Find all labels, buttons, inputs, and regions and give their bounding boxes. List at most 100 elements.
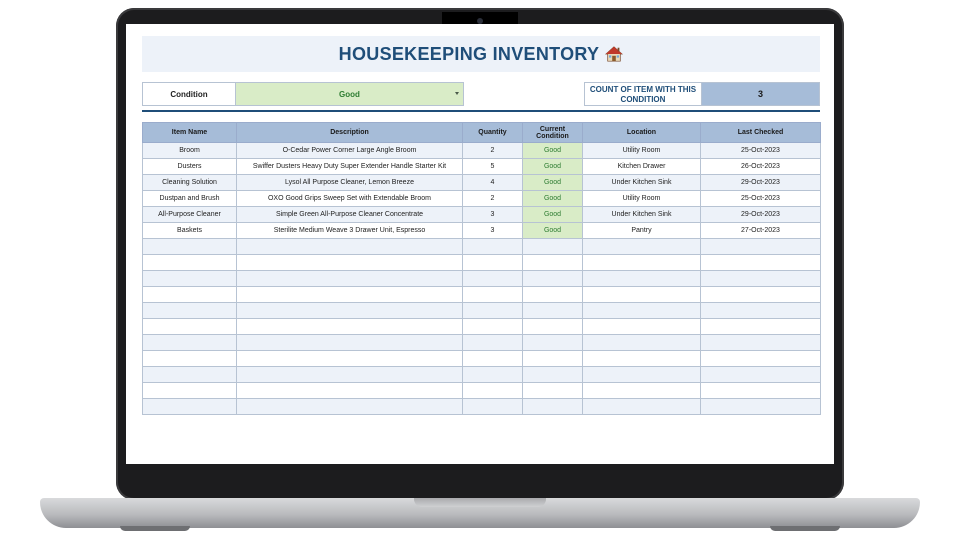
cell-condition[interactable]: Good bbox=[522, 206, 583, 223]
cell-location[interactable] bbox=[582, 270, 701, 287]
cell-description[interactable]: Swiffer Dusters Heavy Duty Super Extende… bbox=[236, 158, 463, 175]
cell-last-checked[interactable]: 29-Oct-2023 bbox=[700, 174, 821, 191]
cell-condition[interactable] bbox=[522, 318, 583, 335]
cell-item-name[interactable] bbox=[142, 302, 237, 319]
cell-location[interactable] bbox=[582, 302, 701, 319]
cell-item-name[interactable] bbox=[142, 270, 237, 287]
cell-description[interactable] bbox=[236, 318, 463, 335]
cell-item-name[interactable] bbox=[142, 286, 237, 303]
cell-location[interactable]: Under Kitchen Sink bbox=[582, 174, 701, 191]
cell-condition[interactable] bbox=[522, 382, 583, 399]
cell-location[interactable]: Pantry bbox=[582, 222, 701, 239]
header-last-checked[interactable]: Last Checked bbox=[700, 122, 821, 143]
cell-item-name[interactable]: Broom bbox=[142, 142, 237, 159]
header-item-name[interactable]: Item Name bbox=[142, 122, 237, 143]
cell-last-checked[interactable]: 27-Oct-2023 bbox=[700, 222, 821, 239]
cell-location[interactable] bbox=[582, 318, 701, 335]
cell-description[interactable]: O-Cedar Power Corner Large Angle Broom bbox=[236, 142, 463, 159]
cell-condition[interactable] bbox=[522, 238, 583, 255]
cell-last-checked[interactable] bbox=[700, 366, 821, 383]
cell-description[interactable] bbox=[236, 334, 463, 351]
cell-condition[interactable] bbox=[522, 286, 583, 303]
cell-item-name[interactable] bbox=[142, 334, 237, 351]
cell-last-checked[interactable] bbox=[700, 286, 821, 303]
cell-last-checked[interactable]: 25-Oct-2023 bbox=[700, 142, 821, 159]
cell-condition[interactable] bbox=[522, 350, 583, 367]
cell-location[interactable] bbox=[582, 286, 701, 303]
cell-location[interactable] bbox=[582, 366, 701, 383]
cell-item-name[interactable] bbox=[142, 254, 237, 271]
cell-location[interactable] bbox=[582, 254, 701, 271]
cell-location[interactable] bbox=[582, 382, 701, 399]
cell-last-checked[interactable] bbox=[700, 238, 821, 255]
cell-last-checked[interactable] bbox=[700, 302, 821, 319]
cell-quantity[interactable]: 4 bbox=[462, 174, 523, 191]
cell-condition[interactable]: Good bbox=[522, 142, 583, 159]
cell-quantity[interactable] bbox=[462, 366, 523, 383]
cell-last-checked[interactable] bbox=[700, 270, 821, 287]
cell-quantity[interactable] bbox=[462, 382, 523, 399]
header-description[interactable]: Description bbox=[236, 122, 463, 143]
cell-description[interactable] bbox=[236, 270, 463, 287]
cell-item-name[interactable]: Dustpan and Brush bbox=[142, 190, 237, 207]
cell-quantity[interactable] bbox=[462, 334, 523, 351]
cell-quantity[interactable] bbox=[462, 302, 523, 319]
cell-condition[interactable]: Good bbox=[522, 158, 583, 175]
cell-condition[interactable] bbox=[522, 270, 583, 287]
cell-quantity[interactable] bbox=[462, 254, 523, 271]
cell-location[interactable]: Under Kitchen Sink bbox=[582, 206, 701, 223]
header-current-condition[interactable]: Current Condition bbox=[522, 122, 583, 143]
cell-item-name[interactable] bbox=[142, 366, 237, 383]
cell-item-name[interactable]: Baskets bbox=[142, 222, 237, 239]
cell-last-checked[interactable] bbox=[700, 398, 821, 415]
cell-description[interactable]: Simple Green All-Purpose Cleaner Concent… bbox=[236, 206, 463, 223]
cell-description[interactable] bbox=[236, 254, 463, 271]
cell-condition[interactable]: Good bbox=[522, 222, 583, 239]
cell-location[interactable]: Utility Room bbox=[582, 190, 701, 207]
cell-item-name[interactable] bbox=[142, 350, 237, 367]
cell-quantity[interactable]: 3 bbox=[462, 206, 523, 223]
cell-condition[interactable] bbox=[522, 334, 583, 351]
cell-item-name[interactable]: Cleaning Solution bbox=[142, 174, 237, 191]
cell-location[interactable] bbox=[582, 398, 701, 415]
cell-condition[interactable] bbox=[522, 302, 583, 319]
chevron-down-icon[interactable] bbox=[455, 92, 459, 95]
cell-quantity[interactable] bbox=[462, 350, 523, 367]
cell-quantity[interactable]: 3 bbox=[462, 222, 523, 239]
cell-condition[interactable] bbox=[522, 398, 583, 415]
cell-condition[interactable] bbox=[522, 254, 583, 271]
cell-quantity[interactable] bbox=[462, 318, 523, 335]
cell-description[interactable] bbox=[236, 350, 463, 367]
cell-last-checked[interactable]: 29-Oct-2023 bbox=[700, 206, 821, 223]
cell-item-name[interactable] bbox=[142, 398, 237, 415]
cell-description[interactable] bbox=[236, 398, 463, 415]
cell-location[interactable]: Utility Room bbox=[582, 142, 701, 159]
cell-quantity[interactable] bbox=[462, 270, 523, 287]
cell-item-name[interactable] bbox=[142, 318, 237, 335]
cell-quantity[interactable] bbox=[462, 286, 523, 303]
header-quantity[interactable]: Quantity bbox=[462, 122, 523, 143]
cell-description[interactable] bbox=[236, 238, 463, 255]
cell-description[interactable]: Sterilite Medium Weave 3 Drawer Unit, Es… bbox=[236, 222, 463, 239]
cell-quantity[interactable] bbox=[462, 398, 523, 415]
cell-item-name[interactable]: All-Purpose Cleaner bbox=[142, 206, 237, 223]
cell-last-checked[interactable] bbox=[700, 334, 821, 351]
cell-item-name[interactable] bbox=[142, 238, 237, 255]
cell-location[interactable] bbox=[582, 334, 701, 351]
cell-location[interactable]: Kitchen Drawer bbox=[582, 158, 701, 175]
cell-last-checked[interactable]: 26-Oct-2023 bbox=[700, 158, 821, 175]
cell-quantity[interactable]: 2 bbox=[462, 190, 523, 207]
header-location[interactable]: Location bbox=[582, 122, 701, 143]
cell-description[interactable] bbox=[236, 382, 463, 399]
cell-location[interactable] bbox=[582, 350, 701, 367]
cell-last-checked[interactable] bbox=[700, 318, 821, 335]
cell-item-name[interactable] bbox=[142, 382, 237, 399]
cell-last-checked[interactable] bbox=[700, 350, 821, 367]
cell-last-checked[interactable] bbox=[700, 254, 821, 271]
cell-item-name[interactable]: Dusters bbox=[142, 158, 237, 175]
cell-description[interactable] bbox=[236, 302, 463, 319]
cell-quantity[interactable]: 5 bbox=[462, 158, 523, 175]
cell-condition[interactable]: Good bbox=[522, 190, 583, 207]
cell-last-checked[interactable] bbox=[700, 382, 821, 399]
cell-quantity[interactable]: 2 bbox=[462, 142, 523, 159]
